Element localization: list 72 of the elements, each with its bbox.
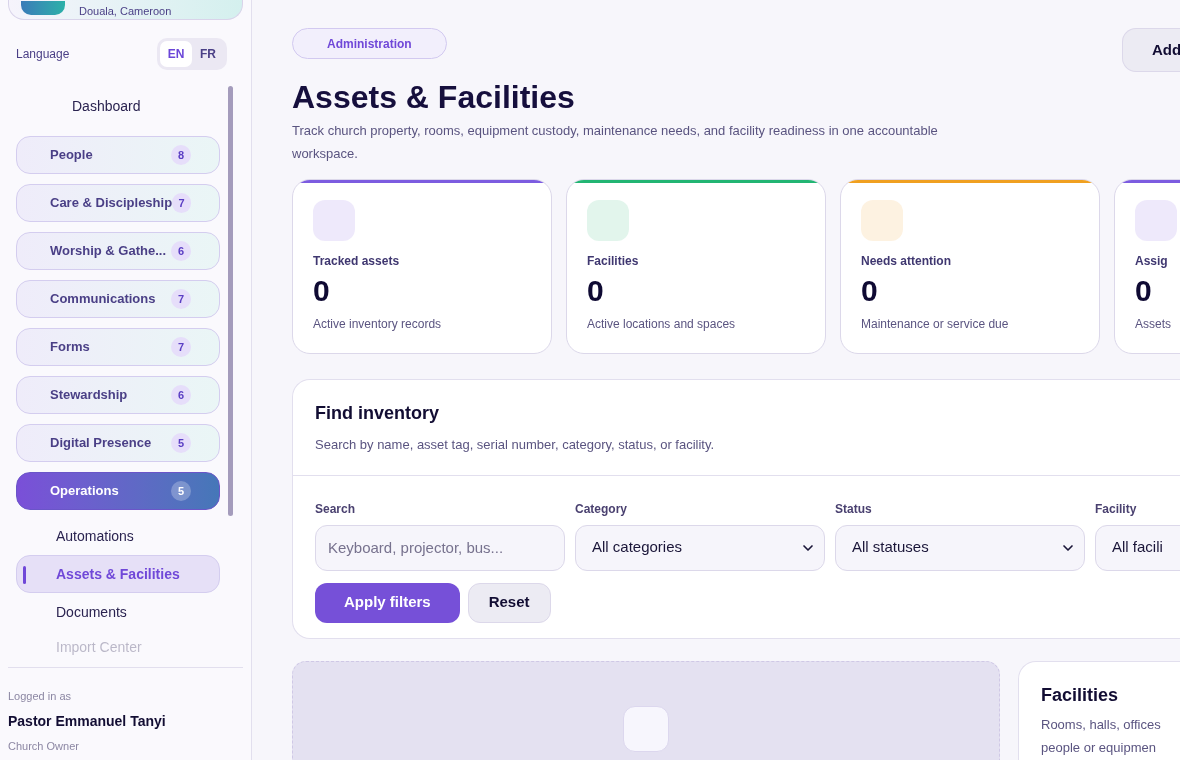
language-label: Language [16,46,70,63]
field-label: Search [315,500,357,517]
stat-label: Needs attention [861,253,952,271]
reset-button[interactable]: Reset [467,582,551,623]
dropdown[interactable]: All statuses [835,524,1085,571]
stat-value: 0 [1135,276,1153,307]
scrollbar-thumb[interactable] [228,86,233,516]
stat-caption: Active inventory records [313,316,443,334]
count-badge: 6 [171,385,191,405]
stat-icon-tile [861,200,903,242]
stat-value: 0 [313,276,331,307]
count-badge: 8 [171,145,191,165]
user-role: Church Owner [8,738,80,754]
count-badge: 6 [171,241,191,261]
count-badge: 5 [171,433,191,453]
stat-label: Facilities [587,253,640,271]
field-label: Facility [1095,500,1138,517]
nav-group[interactable]: Operations 5 [16,472,220,510]
stat-value: 0 [587,276,605,307]
dropdown[interactable]: All categories [575,524,825,571]
stat-caption: Active locations and spaces [587,316,737,334]
card-title: Facilities [1041,684,1120,708]
nav-subitem[interactable]: Automations [16,520,220,552]
nav-group-label: Stewardship [50,386,129,405]
nav-subitem[interactable]: Documents [16,596,220,628]
panel-description: Search by name, asset tag, serial number, category, status, or facility. [315,436,716,455]
add-button[interactable]: Add [1122,28,1180,72]
nav-group[interactable]: Worship & Gathe... 6 [16,232,220,270]
search-field[interactable]: Keyboard, projector, bus... [315,524,565,571]
organization-logo [21,1,65,15]
stat-label: Tracked assets [313,253,401,271]
stat-caption: Maintenance or service due [861,316,1010,334]
active-indicator [23,566,26,584]
stat-value: 0 [861,276,879,307]
page-title: Assets & Facilities [292,80,576,116]
dropdown[interactable]: All facili [1095,524,1180,571]
count-badge: 7 [171,337,191,357]
nav-group-label: People [50,146,94,165]
nav-group[interactable]: Communications 7 [16,280,220,318]
user-name: Pastor Emmanuel Tanyi [8,711,167,731]
nav-group[interactable]: Digital Presence 5 [16,424,220,462]
login-caption: Logged in as [8,689,72,704]
count-badge: 7 [171,289,191,309]
count-badge: 7 [172,193,191,213]
card-description: people or equipmen [1041,739,1157,758]
nav-group-label: Communications [50,290,157,309]
nav-group-label: Care & Discipleship [50,194,173,213]
field-label: Status [835,500,873,517]
language-option[interactable]: FR [192,41,224,67]
nav-group[interactable]: Stewardship 6 [16,376,220,414]
stat-label: Assig [1135,253,1169,271]
panel-title: Find inventory [315,402,440,426]
apply-filters-button[interactable]: Apply filters [315,582,460,623]
page-description: Track church property, rooms, equipment custody, maintenance needs, and facility readiness in one accountable workspace. [292,122,939,164]
nav-link[interactable]: Dashboard [72,98,141,114]
stat-caption: Assets [1135,316,1172,334]
nav-group-label: Worship & Gathe... [50,242,168,261]
nav-group-label: Operations [50,482,120,501]
nav-group-label: Forms [50,338,91,357]
field-label: Category [575,500,628,517]
stat-icon-tile [587,200,629,242]
language-option[interactable]: EN [160,41,192,67]
count-badge: 5 [171,481,191,501]
card-description: Rooms, halls, offices [1041,716,1162,735]
empty-state-icon-tile [623,706,669,753]
section-badge: Administration [292,28,447,59]
nav-group[interactable]: People 8 [16,136,220,174]
nav-group-label: Digital Presence [50,434,153,453]
nav-group[interactable]: Forms 7 [16,328,220,366]
organization-location: Douala, Cameroon [79,6,172,17]
nav-group[interactable]: Care & Discipleship 7 [16,184,220,222]
nav-subitem[interactable]: Assets & Facilities [16,555,220,593]
